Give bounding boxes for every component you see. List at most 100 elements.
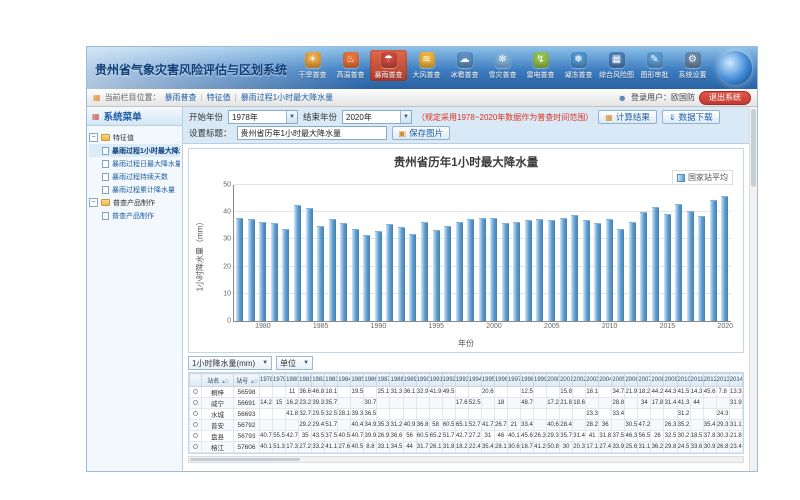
nav-item-approval[interactable]: ✎图形审批: [636, 50, 673, 81]
column-header-year-1986[interactable]: 1986: [364, 374, 377, 387]
vertical-scrollbar[interactable]: [749, 107, 757, 471]
table-row[interactable]: 普安5679229.229.451.740.434.935.331.240.93…: [190, 420, 743, 431]
column-header-year-1997[interactable]: 1997: [507, 374, 520, 387]
column-header-year-1982[interactable]: 1982: [312, 374, 325, 387]
horizontal-scrollbar[interactable]: [188, 456, 744, 463]
data-download-button[interactable]: ⇓ 数据下载: [662, 110, 720, 124]
nav-item-drought[interactable]: ☀干旱普查: [294, 50, 331, 81]
column-header-year-2002[interactable]: 2002: [573, 374, 586, 387]
column-header-year-2000[interactable]: 2000: [547, 374, 560, 387]
row-radio[interactable]: [193, 411, 198, 416]
column-header-year-2013[interactable]: 2013: [716, 374, 729, 387]
column-header-year-2007[interactable]: 2007: [638, 374, 651, 387]
bar-2009: [594, 223, 601, 321]
chevron-down-icon[interactable]: ▼: [262, 360, 268, 366]
sidebar-item[interactable]: 暴雨过程1小时最大降水量: [89, 144, 180, 157]
sidebar-item[interactable]: 普查产品制作: [89, 209, 180, 222]
sidebar-group[interactable]: − 特征值: [89, 131, 180, 144]
column-header-year-2012[interactable]: 2012: [703, 374, 716, 387]
unit-select[interactable]: 单位 ▼: [276, 356, 313, 370]
heat-icon: ♨: [343, 52, 359, 68]
column-header-year-2003[interactable]: 2003: [586, 374, 599, 387]
nav-item-lightning[interactable]: ↯雷电普查: [522, 50, 559, 81]
vertical-scrollbar-thumb[interactable]: [751, 109, 756, 187]
column-header-year-2014[interactable]: 2014: [729, 374, 742, 387]
nav-item-wind[interactable]: ≋大风普查: [408, 50, 445, 81]
metric-select[interactable]: 1小时降水量(mm) ▼: [188, 356, 272, 370]
nav-item-rainstorm[interactable]: ☂暴雨普查: [370, 50, 407, 81]
column-header-year-2001[interactable]: 2001: [560, 374, 573, 387]
column-header-year-1999[interactable]: 1999: [533, 374, 546, 387]
column-header-year-1988[interactable]: 1988: [390, 374, 403, 387]
sidebar-item[interactable]: 暴雨过程持续天数: [89, 170, 180, 183]
calc-result-button[interactable]: ▦ 计算结果: [598, 110, 657, 124]
chevron-down-icon[interactable]: ▼: [400, 111, 411, 123]
nav-item-risk-map[interactable]: ▦综合风险图: [598, 50, 635, 81]
nav-item-snow[interactable]: ❄雪灾普查: [484, 50, 521, 81]
table-row[interactable]: 榕江5760640.151.317.327.233.241.127.640.58…: [190, 442, 743, 453]
column-header-year-1996[interactable]: 1996: [494, 374, 507, 387]
column-header-year-1995[interactable]: 1995: [481, 374, 494, 387]
column-header-year-1998[interactable]: 1998: [520, 374, 533, 387]
sidebar-group[interactable]: −普查产品制作: [89, 196, 180, 209]
column-header-year-2010[interactable]: 2010: [677, 374, 690, 387]
table-row[interactable]: 桐梓565981136.646.818.119.525.131.336.132.…: [190, 387, 743, 398]
column-header-year-1983[interactable]: 1983: [325, 374, 338, 387]
column-header-year-1987[interactable]: 1987: [377, 374, 390, 387]
column-header-year-2009[interactable]: 2009: [664, 374, 677, 387]
table-row[interactable]: 盘县5679340.755.542.73543.537.540.540.739.…: [190, 431, 743, 442]
logout-button[interactable]: 退出系统: [699, 91, 751, 105]
sidebar-item[interactable]: 暴雨过程累计降水量: [89, 183, 180, 196]
column-header-station-name[interactable]: 站名 ▲▽: [202, 374, 234, 387]
row-radio[interactable]: [193, 433, 198, 438]
row-radio[interactable]: [193, 389, 198, 394]
horizontal-scrollbar-thumb[interactable]: [190, 458, 300, 461]
page-icon: [102, 160, 109, 168]
nav-item-hail[interactable]: ☁冰雹普查: [446, 50, 483, 81]
chevron-down-icon[interactable]: ▼: [303, 360, 309, 366]
save-image-button[interactable]: ▣ 保存图片: [392, 126, 451, 140]
column-header-year-1980[interactable]: 1980: [286, 374, 299, 387]
sort-icon[interactable]: ▲▽: [221, 379, 228, 385]
nav-item-settings[interactable]: ⚙系统设置: [674, 50, 711, 81]
collapse-icon[interactable]: −: [89, 198, 98, 207]
column-header-year-1985[interactable]: 1985: [351, 374, 364, 387]
row-radio[interactable]: [193, 400, 198, 405]
column-header-year-1991[interactable]: 1991: [429, 374, 442, 387]
breadcrumb-item[interactable]: 特征值: [207, 92, 231, 103]
row-radio[interactable]: [193, 444, 198, 449]
table-row[interactable]: 威宁5669114.21516.223.239.335.730.717.652.…: [190, 398, 743, 409]
column-header-year-2011[interactable]: 2011: [690, 374, 703, 387]
sidebar-item[interactable]: 暴雨过程日最大降水量: [89, 157, 180, 170]
column-header-year-1993[interactable]: 1993: [455, 374, 468, 387]
column-header-year-2004[interactable]: 2004: [599, 374, 612, 387]
collapse-icon[interactable]: −: [89, 133, 98, 142]
column-header-station-id[interactable]: 站号 ▲▽: [234, 374, 260, 387]
column-header-year-1981[interactable]: 1981: [299, 374, 312, 387]
table-row[interactable]: 水城5669341.832.729.532.528.139.336.523.33…: [190, 409, 743, 420]
column-header-year-2005[interactable]: 2005: [612, 374, 625, 387]
breadcrumb-item[interactable]: 暴雨普查: [165, 92, 197, 103]
nav-item-high-temp[interactable]: ♨高温普查: [332, 50, 369, 81]
chevron-down-icon[interactable]: ▼: [286, 111, 297, 123]
column-header-year-1978[interactable]: 1978: [260, 374, 273, 387]
column-header-year-2006[interactable]: 2006: [625, 374, 638, 387]
column-header-year-1994[interactable]: 1994: [468, 374, 481, 387]
column-header-year-1992[interactable]: 1992: [442, 374, 455, 387]
breadcrumb-item[interactable]: 暴雨过程1小时最大降水量: [241, 92, 333, 103]
value-cell-2005: 37.5: [612, 431, 625, 442]
value-cell-1989: [403, 409, 416, 420]
sort-icon[interactable]: ▲▽: [250, 379, 257, 385]
start-year-select[interactable]: 1978年 ▼: [228, 110, 298, 124]
column-header-year-1989[interactable]: 1989: [403, 374, 416, 387]
chart-title-input[interactable]: [237, 126, 387, 140]
column-header-year-1990[interactable]: 1990: [416, 374, 429, 387]
nav-item-freeze[interactable]: ❅凝冻普查: [560, 50, 597, 81]
column-header-year-1984[interactable]: 1984: [338, 374, 351, 387]
sidebar-group-label: 特征值: [113, 133, 134, 143]
column-header-year-2008[interactable]: 2008: [651, 374, 664, 387]
row-radio[interactable]: [193, 422, 198, 427]
value-cell-1981: 23.2: [299, 398, 312, 409]
end-year-select[interactable]: 2020年 ▼: [342, 110, 412, 124]
column-header-year-1979[interactable]: 1979: [273, 374, 286, 387]
